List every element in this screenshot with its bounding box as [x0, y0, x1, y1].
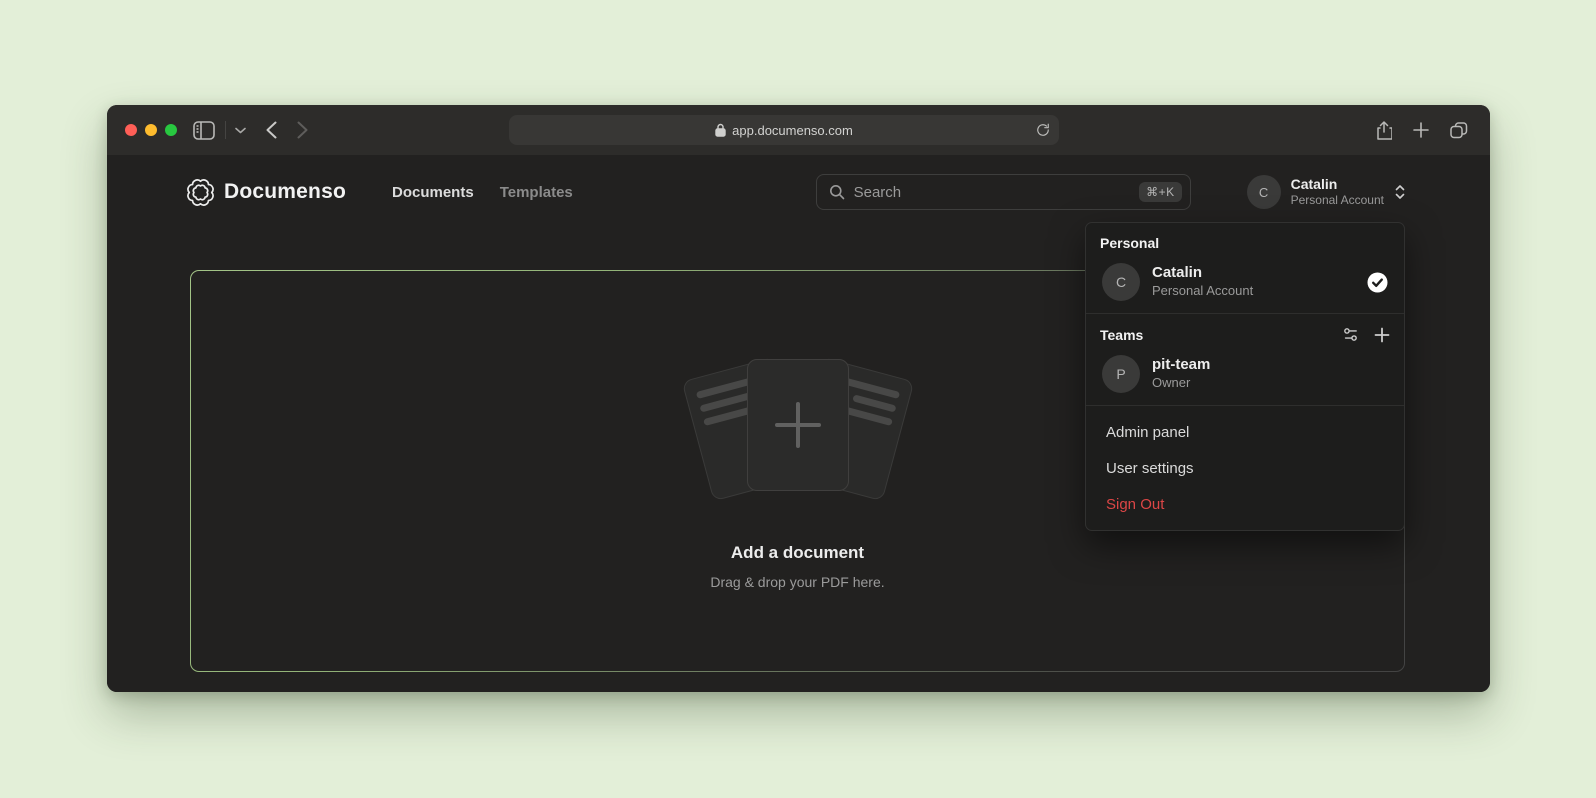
sidebar-toggle-icon[interactable] [193, 121, 215, 140]
toolbar-divider [225, 121, 226, 139]
personal-section: Personal C Catalin Personal Account [1086, 223, 1404, 313]
team-settings-icon[interactable] [1342, 326, 1359, 343]
forward-icon[interactable] [297, 121, 308, 139]
teams-section: Teams [1086, 314, 1404, 405]
toolbar-right-group [1376, 105, 1468, 155]
add-team-icon[interactable] [1374, 327, 1390, 343]
team-item[interactable]: P pit-team Owner [1100, 355, 1390, 393]
personal-account-labels: Catalin Personal Account [1152, 264, 1253, 300]
personal-account-name: Catalin [1152, 264, 1253, 283]
search-input[interactable] [854, 184, 1130, 201]
nav-item-templates[interactable]: Templates [500, 184, 573, 201]
menu-item-user-settings[interactable]: User settings [1086, 450, 1404, 486]
search-icon [829, 184, 845, 200]
personal-account-item[interactable]: C Catalin Personal Account [1100, 263, 1390, 301]
reload-icon[interactable] [1036, 122, 1050, 138]
search-bar[interactable]: ⌘+K [816, 174, 1191, 210]
menu-item-admin-panel[interactable]: Admin panel [1086, 414, 1404, 450]
team-name: pit-team [1152, 356, 1210, 375]
main-nav: Documents Templates [392, 184, 573, 201]
toolbar-left-group [193, 105, 308, 155]
documenso-logo-icon [187, 179, 214, 206]
search-shortcut-badge: ⌘+K [1139, 182, 1182, 202]
close-icon[interactable] [125, 124, 137, 136]
account-menu-button[interactable]: C Catalin Personal Account [1247, 175, 1406, 209]
personal-account-subtitle: Personal Account [1152, 283, 1253, 300]
lock-icon [715, 123, 726, 137]
account-dropdown-menu: Personal C Catalin Personal Account [1085, 222, 1405, 531]
teams-heading-row: Teams [1100, 326, 1390, 343]
url-text: app.documenso.com [732, 123, 853, 138]
team-labels: pit-team Owner [1152, 356, 1210, 392]
account-name: Catalin [1291, 176, 1384, 194]
app-header: Documenso Documents Templates ⌘+K C [187, 169, 1406, 215]
document-card-center [747, 359, 849, 491]
new-tab-icon[interactable] [1413, 122, 1429, 138]
address-bar[interactable]: app.documenso.com [509, 115, 1059, 145]
window-controls [125, 124, 177, 136]
teams-actions [1342, 326, 1390, 343]
share-icon[interactable] [1376, 121, 1392, 140]
tab-overview-icon[interactable] [1450, 122, 1468, 139]
dropzone-title: Add a document [731, 543, 864, 563]
chevron-down-icon[interactable] [235, 127, 246, 134]
teams-heading: Teams [1100, 327, 1143, 343]
brand[interactable]: Documenso [187, 179, 346, 206]
browser-toolbar: app.documenso.com [107, 105, 1490, 155]
account-subtitle: Personal Account [1291, 193, 1384, 208]
brand-name: Documenso [224, 180, 346, 204]
menu-item-sign-out[interactable]: Sign Out [1086, 486, 1404, 522]
dropzone-subtitle: Drag & drop your PDF here. [710, 574, 884, 590]
avatar: P [1102, 355, 1140, 393]
document-stack-illustration [648, 353, 948, 503]
chevrons-up-down-icon [1394, 184, 1406, 200]
avatar: C [1102, 263, 1140, 301]
nav-item-documents[interactable]: Documents [392, 184, 474, 201]
check-circle-icon [1367, 272, 1388, 293]
personal-heading: Personal [1100, 235, 1390, 251]
account-labels: Catalin Personal Account [1291, 176, 1384, 209]
plus-icon [775, 402, 821, 448]
avatar: C [1247, 175, 1281, 209]
app-content: Documenso Documents Templates ⌘+K C [107, 155, 1490, 692]
minimize-icon[interactable] [145, 124, 157, 136]
team-role: Owner [1152, 375, 1210, 392]
menu-items: Admin panel User settings Sign Out [1086, 406, 1404, 530]
back-icon[interactable] [266, 121, 277, 139]
zoom-icon[interactable] [165, 124, 177, 136]
browser-window: app.documenso.com [107, 105, 1490, 692]
